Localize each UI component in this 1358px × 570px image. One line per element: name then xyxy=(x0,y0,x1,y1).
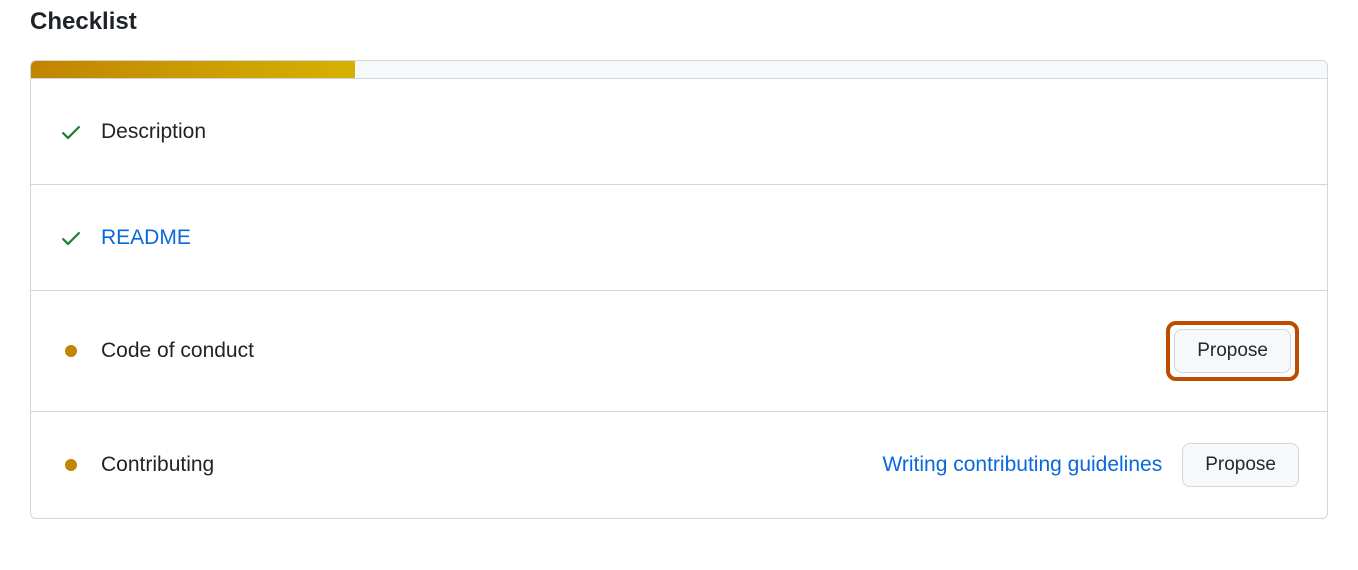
check-icon xyxy=(59,226,83,250)
check-icon xyxy=(59,120,83,144)
checklist-panel: Description README Code of conduct Propo… xyxy=(30,60,1328,519)
row-label: Contributing xyxy=(101,453,864,477)
readme-link[interactable]: README xyxy=(101,226,1299,250)
dot-icon xyxy=(59,345,83,357)
propose-button[interactable]: Propose xyxy=(1174,329,1291,373)
progress-fill xyxy=(31,61,355,78)
checklist-row-contributing: Contributing Writing contributing guidel… xyxy=(31,412,1327,518)
checklist-row-description: Description xyxy=(31,79,1327,185)
page-title: Checklist xyxy=(30,8,1328,36)
highlight-outline: Propose xyxy=(1166,321,1299,381)
checklist-row-readme: README xyxy=(31,185,1327,291)
contributing-guidelines-link[interactable]: Writing contributing guidelines xyxy=(882,453,1162,477)
row-label: Code of conduct xyxy=(101,339,1148,363)
propose-button[interactable]: Propose xyxy=(1182,443,1299,487)
checklist-row-code-of-conduct: Code of conduct Propose xyxy=(31,291,1327,412)
progress-bar xyxy=(31,61,1327,79)
dot-icon xyxy=(59,459,83,471)
row-label: Description xyxy=(101,120,1299,144)
